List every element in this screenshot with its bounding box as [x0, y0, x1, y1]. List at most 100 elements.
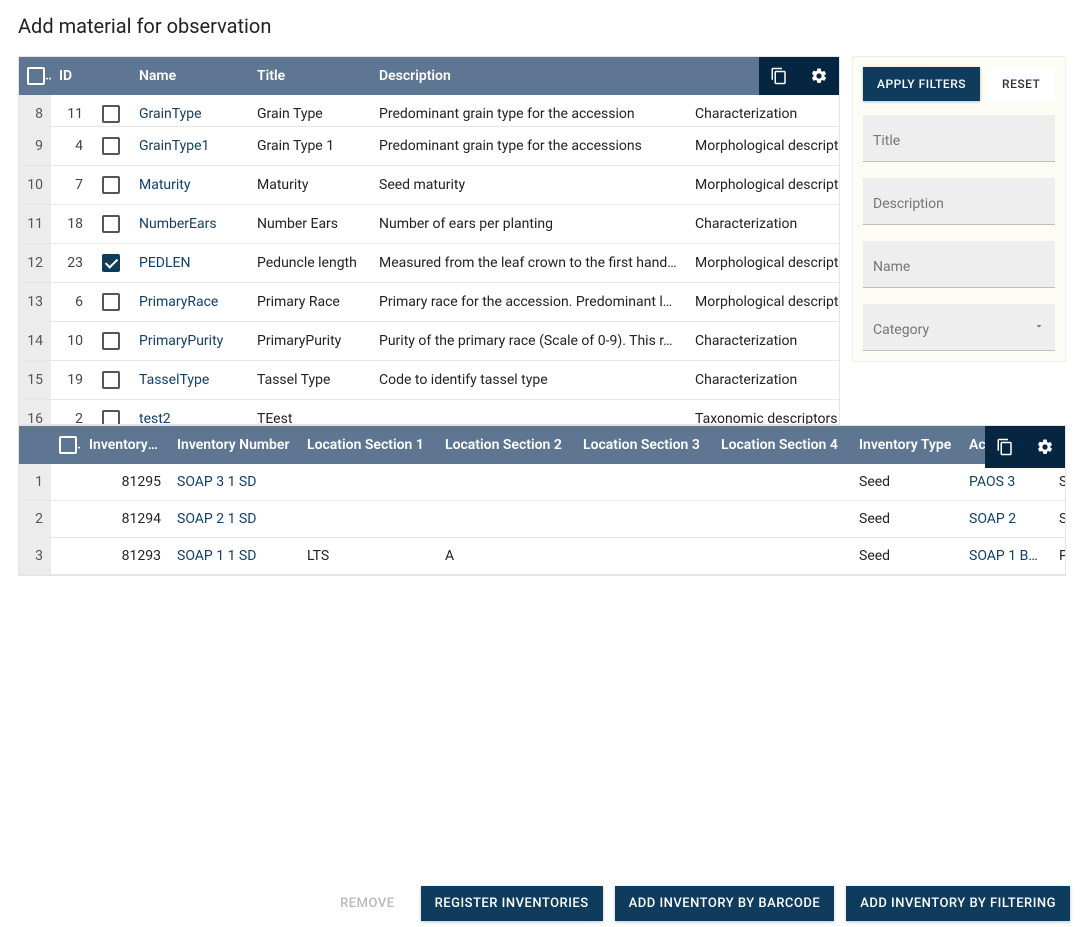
table-row[interactable]: 1223PEDLENPeduncle lengthMeasured from t… [19, 244, 839, 283]
cell-description: Predominant grain type for the accession… [371, 127, 687, 166]
row-checkbox[interactable] [102, 254, 120, 272]
cell-id: 10 [51, 322, 91, 361]
cell-name: PrimaryRace [131, 283, 249, 322]
col-description[interactable]: Description [371, 57, 687, 95]
col-title[interactable]: Title [249, 57, 371, 95]
material-name-link[interactable]: PrimaryPurity [139, 333, 223, 349]
col-id[interactable]: ID [51, 57, 91, 95]
material-name-link[interactable]: TasselType [139, 372, 209, 388]
table-row[interactable]: 107MaturityMaturitySeed maturityMorpholo… [19, 166, 839, 205]
cell-inventory-type: Seed [851, 464, 961, 501]
col-rownum [19, 426, 51, 464]
cell-name: GrainType1 [131, 127, 249, 166]
table-row[interactable]: 162test2TEestTaxonomic descriptors [19, 400, 839, 425]
add-inventory-by-barcode-button[interactable]: ADD INVENTORY BY BARCODE [615, 886, 835, 921]
cell-loc2 [437, 464, 575, 501]
accession-link[interactable]: SOAP 2 [969, 511, 1016, 527]
cell-id: 7 [51, 166, 91, 205]
col-loc1[interactable]: Location Section 1 [299, 426, 437, 464]
cell-loc1 [299, 501, 437, 538]
cell-category: Characterization [687, 205, 839, 244]
col-check [51, 426, 81, 464]
cell-inventory-number: SOAP 1 1 SD [169, 538, 299, 575]
reset-filters-button[interactable]: RESET [988, 67, 1054, 101]
row-checkbox[interactable] [102, 176, 120, 194]
gear-icon[interactable] [1025, 428, 1065, 466]
material-name-link[interactable]: test2 [139, 411, 171, 424]
col-loc3[interactable]: Location Section 3 [575, 426, 713, 464]
row-checkbox[interactable] [102, 105, 120, 123]
table-row[interactable]: 1519TasselTypeTassel TypeCode to identif… [19, 361, 839, 400]
add-inventory-by-filtering-button[interactable]: ADD INVENTORY BY FILTERING [846, 886, 1070, 921]
cell-category: Morphological descript [687, 166, 839, 205]
cell-description: Purity of the primary race (Scale of 0-9… [371, 322, 687, 361]
cell-loc3 [575, 501, 713, 538]
cell-inventory-id: 81293 [81, 538, 169, 575]
row-number: 1 [19, 464, 51, 501]
table-row[interactable]: 181295SOAP 3 1 SDSeedPAOS 3SC [19, 464, 1066, 501]
material-name-link[interactable]: PEDLEN [139, 255, 190, 271]
col-name[interactable]: Name [131, 57, 249, 95]
col-inventory-number[interactable]: Inventory Number [169, 426, 299, 464]
cell-loc1: LTS [299, 538, 437, 575]
select-all-materials-checkbox[interactable] [27, 67, 45, 85]
cell-description [371, 400, 687, 425]
cell-inventory-number: SOAP 3 1 SD [169, 464, 299, 501]
cell-id: 6 [51, 283, 91, 322]
row-number: 14 [19, 322, 51, 361]
row-number: 8 [19, 95, 51, 127]
cell-check [51, 464, 81, 501]
material-name-link[interactable]: GrainType1 [139, 138, 209, 154]
table-row[interactable]: 811GrainTypeGrain TypePredominant grain … [19, 95, 839, 127]
cell-description: Measured from the leaf crown to the firs… [371, 244, 687, 283]
cell-check [91, 322, 131, 361]
inventory-number-link[interactable]: SOAP 2 1 SD [177, 511, 256, 527]
row-checkbox[interactable] [102, 293, 120, 311]
select-all-inventories-checkbox[interactable] [59, 436, 77, 454]
cell-inventory-number: SOAP 2 1 SD [169, 501, 299, 538]
table-row[interactable]: 281294SOAP 2 1 SDSeedSOAP 2SC [19, 501, 1066, 538]
inventory-number-link[interactable]: SOAP 1 1 SD [177, 548, 256, 564]
accession-link[interactable]: PAOS 3 [969, 474, 1015, 490]
table-row[interactable]: 1410PrimaryPurityPrimaryPurityPurity of … [19, 322, 839, 361]
row-checkbox[interactable] [102, 215, 120, 233]
material-name-link[interactable]: Maturity [139, 177, 191, 193]
filter-title-input[interactable] [863, 115, 1055, 162]
accession-link[interactable]: SOAP 1 BASE [969, 548, 1051, 564]
table-row[interactable]: 1118NumberEarsNumber EarsNumber of ears … [19, 205, 839, 244]
cell-name: test2 [131, 400, 249, 425]
cell-loc3 [575, 464, 713, 501]
gear-icon[interactable] [799, 57, 839, 95]
cell-category: Morphological descript [687, 244, 839, 283]
table-row[interactable]: 94GrainType1Grain Type 1Predominant grai… [19, 127, 839, 166]
col-loc4[interactable]: Location Section 4 [713, 426, 851, 464]
col-inventory-type[interactable]: Inventory Type [851, 426, 961, 464]
copy-icon[interactable] [759, 57, 799, 95]
row-checkbox[interactable] [102, 332, 120, 350]
filter-category-select[interactable] [863, 304, 1055, 351]
filter-name-input[interactable] [863, 241, 1055, 288]
table-row[interactable]: 136PrimaryRacePrimary RacePrimary race f… [19, 283, 839, 322]
row-checkbox[interactable] [102, 410, 120, 424]
col-inventory-id[interactable]: Inventory ID [81, 426, 169, 464]
copy-icon[interactable] [985, 428, 1025, 466]
remove-button[interactable]: REMOVE [326, 886, 408, 921]
apply-filters-button[interactable]: APPLY FILTERS [863, 67, 980, 101]
filter-description-input[interactable] [863, 178, 1055, 225]
register-inventories-button[interactable]: REGISTER INVENTORIES [421, 886, 603, 921]
material-name-link[interactable]: NumberEars [139, 216, 217, 232]
row-checkbox[interactable] [102, 137, 120, 155]
row-number: 16 [19, 400, 51, 425]
cell-loc4 [713, 464, 851, 501]
cell-inventory-type: Seed [851, 538, 961, 575]
inventory-number-link[interactable]: SOAP 3 1 SD [177, 474, 256, 490]
material-name-link[interactable]: GrainType [139, 106, 202, 122]
cell-category: Morphological descript [687, 127, 839, 166]
col-loc2[interactable]: Location Section 2 [437, 426, 575, 464]
material-name-link[interactable]: PrimaryRace [139, 294, 218, 310]
row-number: 13 [19, 283, 51, 322]
table-row[interactable]: 381293SOAP 1 1 SDLTSASeedSOAP 1 BASEPA [19, 538, 1066, 575]
row-checkbox[interactable] [102, 371, 120, 389]
cell-name: Maturity [131, 166, 249, 205]
cell-title: PrimaryPurity [249, 322, 371, 361]
